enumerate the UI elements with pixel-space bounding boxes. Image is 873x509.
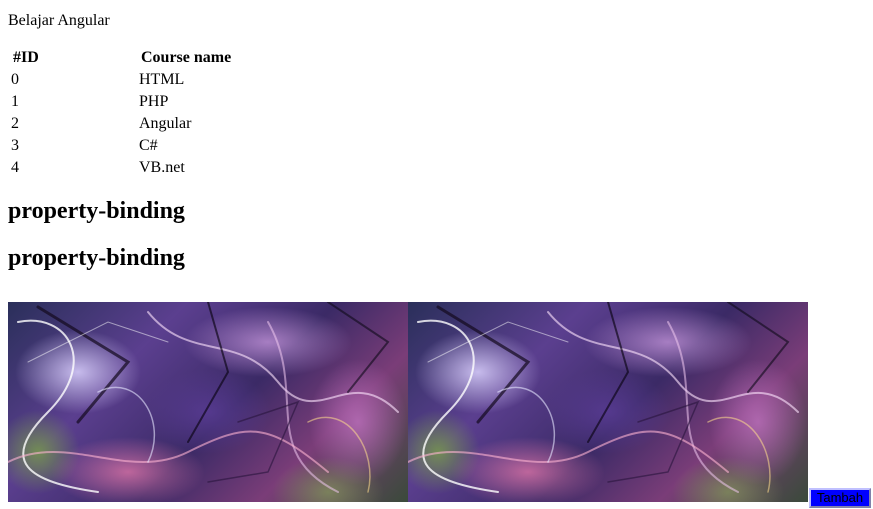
- course-id: 2: [11, 115, 19, 132]
- abstract-art-image: [408, 302, 808, 502]
- table-row: 1 PHP: [10, 92, 232, 112]
- tambah-button[interactable]: Tambah: [809, 488, 871, 508]
- table-row: 0 HTML: [10, 70, 232, 90]
- table-header-row: #ID Course name: [10, 48, 232, 68]
- course-name: VB.net: [139, 159, 185, 176]
- course-name: PHP: [139, 93, 169, 110]
- table-row: 3 C#: [10, 136, 232, 156]
- section-heading-property-binding-2: property-binding: [8, 245, 185, 271]
- image-row: Tambah: [8, 302, 873, 508]
- section-heading-property-binding: property-binding: [8, 198, 185, 224]
- courses-table: #ID Course name 0 HTML 1 PHP 2 Angular 3…: [8, 46, 234, 180]
- app-title: Belajar Angular: [8, 12, 110, 29]
- column-header-course-name: Course name: [141, 49, 232, 66]
- table-row: 2 Angular: [10, 114, 232, 134]
- table-row: 4 VB.net: [10, 158, 232, 178]
- abstract-art-image: [8, 302, 408, 502]
- course-id: 0: [11, 71, 19, 88]
- course-name: C#: [139, 137, 158, 154]
- course-id: 1: [11, 93, 19, 110]
- column-header-id: #ID: [13, 49, 39, 66]
- course-id: 3: [11, 137, 19, 154]
- app-root: Belajar Angular #ID Course name 0 HTML 1…: [8, 12, 873, 508]
- course-name: Angular: [139, 115, 192, 132]
- course-id: 4: [11, 159, 19, 176]
- course-name: HTML: [139, 71, 185, 88]
